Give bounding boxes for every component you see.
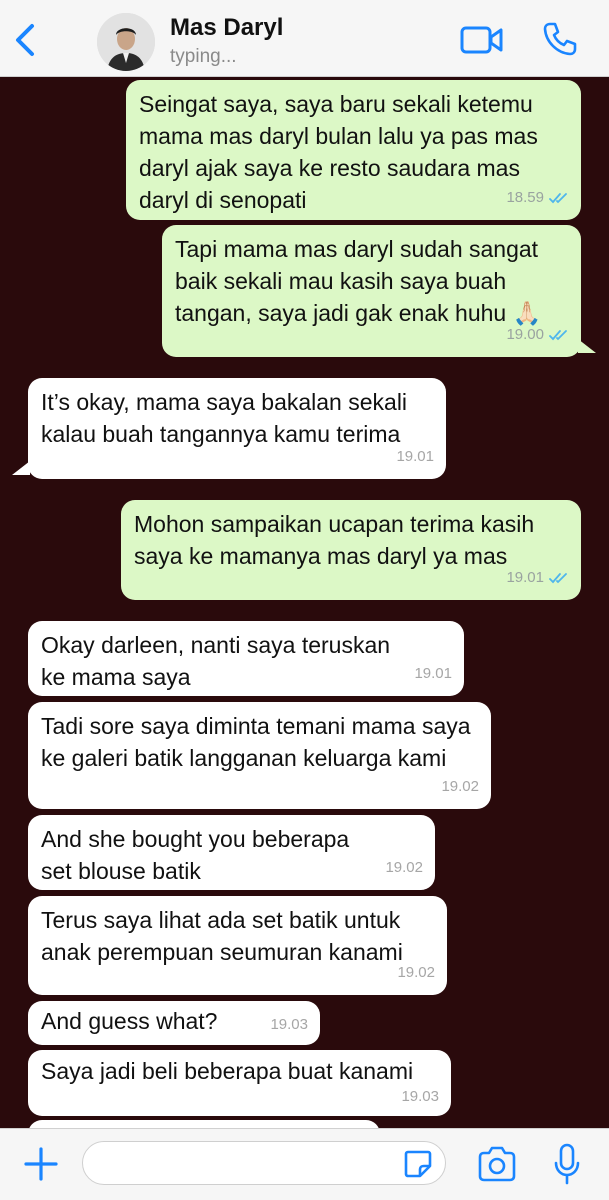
message-meta: 19.01 (396, 441, 434, 473)
message-time: 19.02 (397, 964, 435, 981)
message-list[interactable]: Seingat saya, saya baru sekali ketemu ma… (0, 77, 609, 1128)
composer-bar (0, 1128, 609, 1200)
message-text: Terus saya lihat ada set batik untuk ana… (41, 907, 403, 965)
message-time: 19.03 (270, 1016, 308, 1033)
message-meta: 18.59 (506, 182, 569, 214)
camera-icon[interactable] (476, 1145, 518, 1183)
message-meta: 19.01 (506, 562, 569, 594)
message-time: 19.00 (506, 326, 544, 343)
read-ticks-icon (549, 193, 567, 204)
message-text: Tapi mama mas daryl sudah sangat baik se… (175, 236, 542, 326)
back-chevron-icon[interactable] (10, 22, 40, 58)
plus-icon[interactable] (22, 1145, 60, 1183)
video-call-icon[interactable] (460, 24, 504, 56)
message-time: 18.59 (506, 189, 544, 206)
read-ticks-icon (549, 330, 567, 341)
bubble-tail (12, 461, 30, 475)
message-text: Okay darleen, nanti saya teruskan ke mam… (41, 632, 391, 690)
message-text: Tadi sore saya diminta temani mama saya … (41, 713, 471, 771)
incoming-message[interactable]: It’s okay, mama saya bakalan sekali kala… (28, 378, 446, 479)
contact-name[interactable]: Mas Daryl (170, 14, 283, 42)
typing-status: typing... (170, 46, 237, 67)
sticker-icon[interactable] (402, 1148, 434, 1180)
message-time: 19.02 (385, 859, 423, 876)
avatar-photo-icon (97, 13, 155, 71)
incoming-message[interactable]: Saya jadi beli beberapa buat kanami 19.0… (28, 1050, 451, 1116)
read-ticks-icon (549, 573, 567, 584)
message-time: 19.01 (396, 448, 434, 465)
chat-header: Mas Daryl typing... (0, 0, 609, 77)
message-text: Saya jadi beli beberapa buat kanami (41, 1058, 414, 1084)
message-meta: 19.02 (397, 957, 435, 989)
outgoing-message[interactable]: Tapi mama mas daryl sudah sangat baik se… (162, 225, 581, 357)
message-input[interactable] (82, 1141, 446, 1185)
outgoing-message[interactable]: Seingat saya, saya baru sekali ketemu ma… (126, 80, 581, 220)
phone-icon[interactable] (542, 21, 578, 57)
message-text: Mohon sampaikan ucapan terima kasih saya… (134, 511, 535, 569)
incoming-message[interactable]: Terus saya lihat ada set batik untuk ana… (28, 896, 447, 995)
message-text: It’s okay, mama saya bakalan sekali kala… (41, 389, 408, 447)
incoming-message-partial[interactable] (28, 1120, 380, 1128)
message-time: 19.01 (414, 665, 452, 682)
outgoing-message[interactable]: Mohon sampaikan ucapan terima kasih saya… (121, 500, 581, 600)
microphone-icon[interactable] (552, 1142, 582, 1186)
message-time: 19.03 (401, 1088, 439, 1105)
message-time: 19.02 (441, 778, 479, 795)
contact-avatar[interactable] (97, 13, 155, 71)
message-meta: 19.02 (441, 771, 479, 803)
incoming-message[interactable]: Okay darleen, nanti saya teruskan ke mam… (28, 621, 464, 696)
message-text: And she bought you beberapa set blouse b… (41, 826, 350, 884)
message-text: And guess what? (41, 1008, 218, 1034)
message-meta: 19.02 (385, 852, 423, 884)
message-time: 19.01 (506, 569, 544, 586)
message-meta: 19.03 (401, 1081, 439, 1113)
incoming-message[interactable]: Tadi sore saya diminta temani mama saya … (28, 702, 491, 809)
message-meta: 19.03 (270, 1009, 308, 1041)
message-meta: 19.01 (414, 658, 452, 690)
bubble-tail (578, 339, 596, 353)
message-meta: 19.00 (506, 319, 569, 351)
incoming-message[interactable]: And guess what? 19.03 (28, 1001, 320, 1045)
incoming-message[interactable]: And she bought you beberapa set blouse b… (28, 815, 435, 890)
message-text: Seingat saya, saya baru sekali ketemu ma… (139, 91, 538, 213)
